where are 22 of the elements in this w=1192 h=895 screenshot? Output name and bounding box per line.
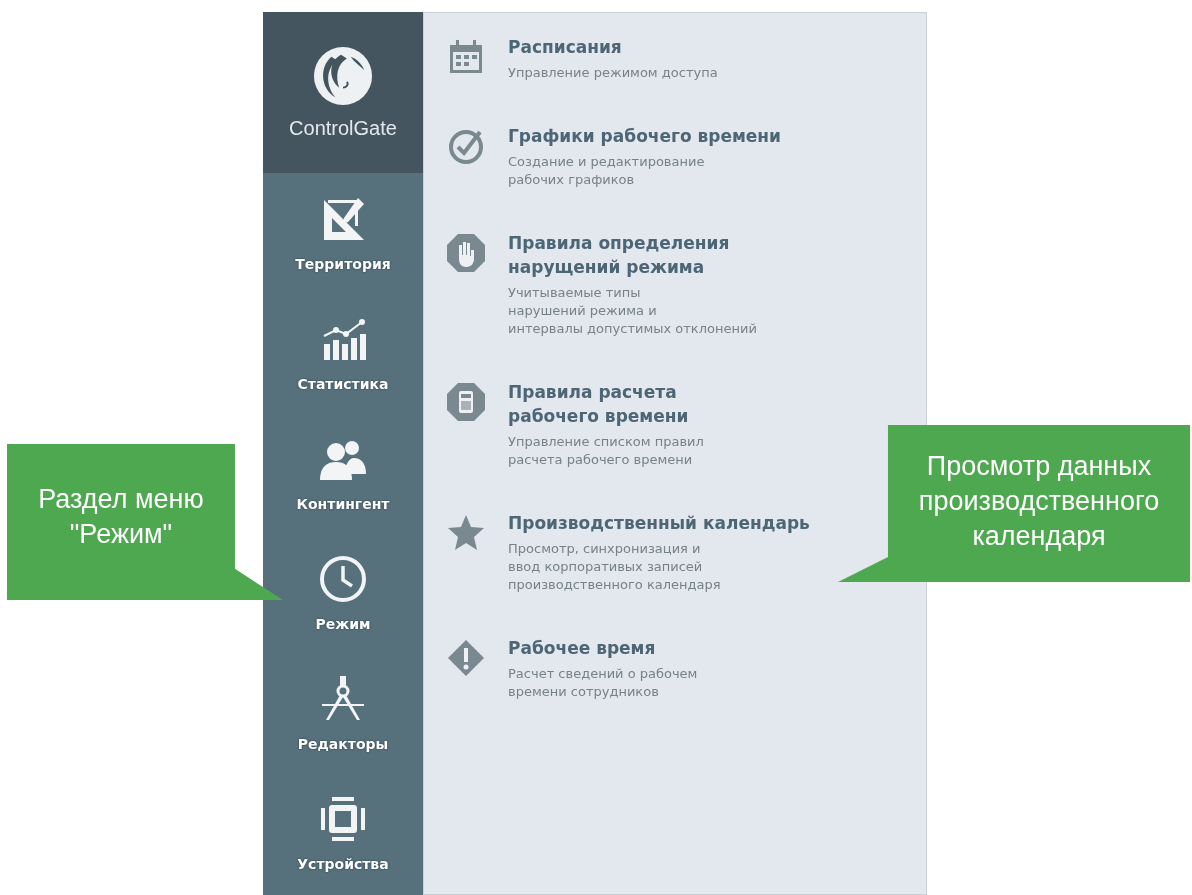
menu-item-description: Управление списком правил расчета рабочего времени [508, 433, 704, 469]
menu-item-title[interactable]: Правила определения нарущений режима [508, 231, 757, 279]
callout-text: Просмотр данных производственного календаря [917, 450, 1161, 553]
menu-item-title[interactable]: Расписания [508, 35, 718, 59]
chip-icon [318, 794, 368, 844]
menu-item-title[interactable]: Графики рабочего времени [508, 124, 782, 148]
menu-item-title[interactable]: Производственный календарь [508, 511, 810, 535]
menu-item-title[interactable]: Правила расчета рабочего времени [508, 380, 704, 428]
menu-item-description: Создание и редактирование рабочих графиков [508, 153, 706, 189]
logo-text: ControlGate [289, 117, 397, 140]
warning-icon [446, 638, 486, 678]
hand-stop-icon [446, 233, 486, 273]
clock-icon [318, 554, 368, 604]
callout-text: Раздел меню "Режим" [37, 483, 205, 551]
menu-item-description: Просмотр, синхронизация и ввод корпоративых записей производственного календаря [508, 540, 722, 594]
star-icon [446, 513, 486, 553]
menu-item-title[interactable]: Рабочее время [508, 636, 698, 660]
menu-item-description: Управление режимом доступа [508, 64, 718, 82]
menu-item-description: Расчет сведений о рабочем времени сотрудников [508, 665, 698, 701]
calculator-icon [446, 382, 486, 422]
logo-icon [312, 45, 374, 107]
menu-item-description: Учитываемые типы нарушений режима и интервалы допустимых отклонений [508, 284, 757, 338]
